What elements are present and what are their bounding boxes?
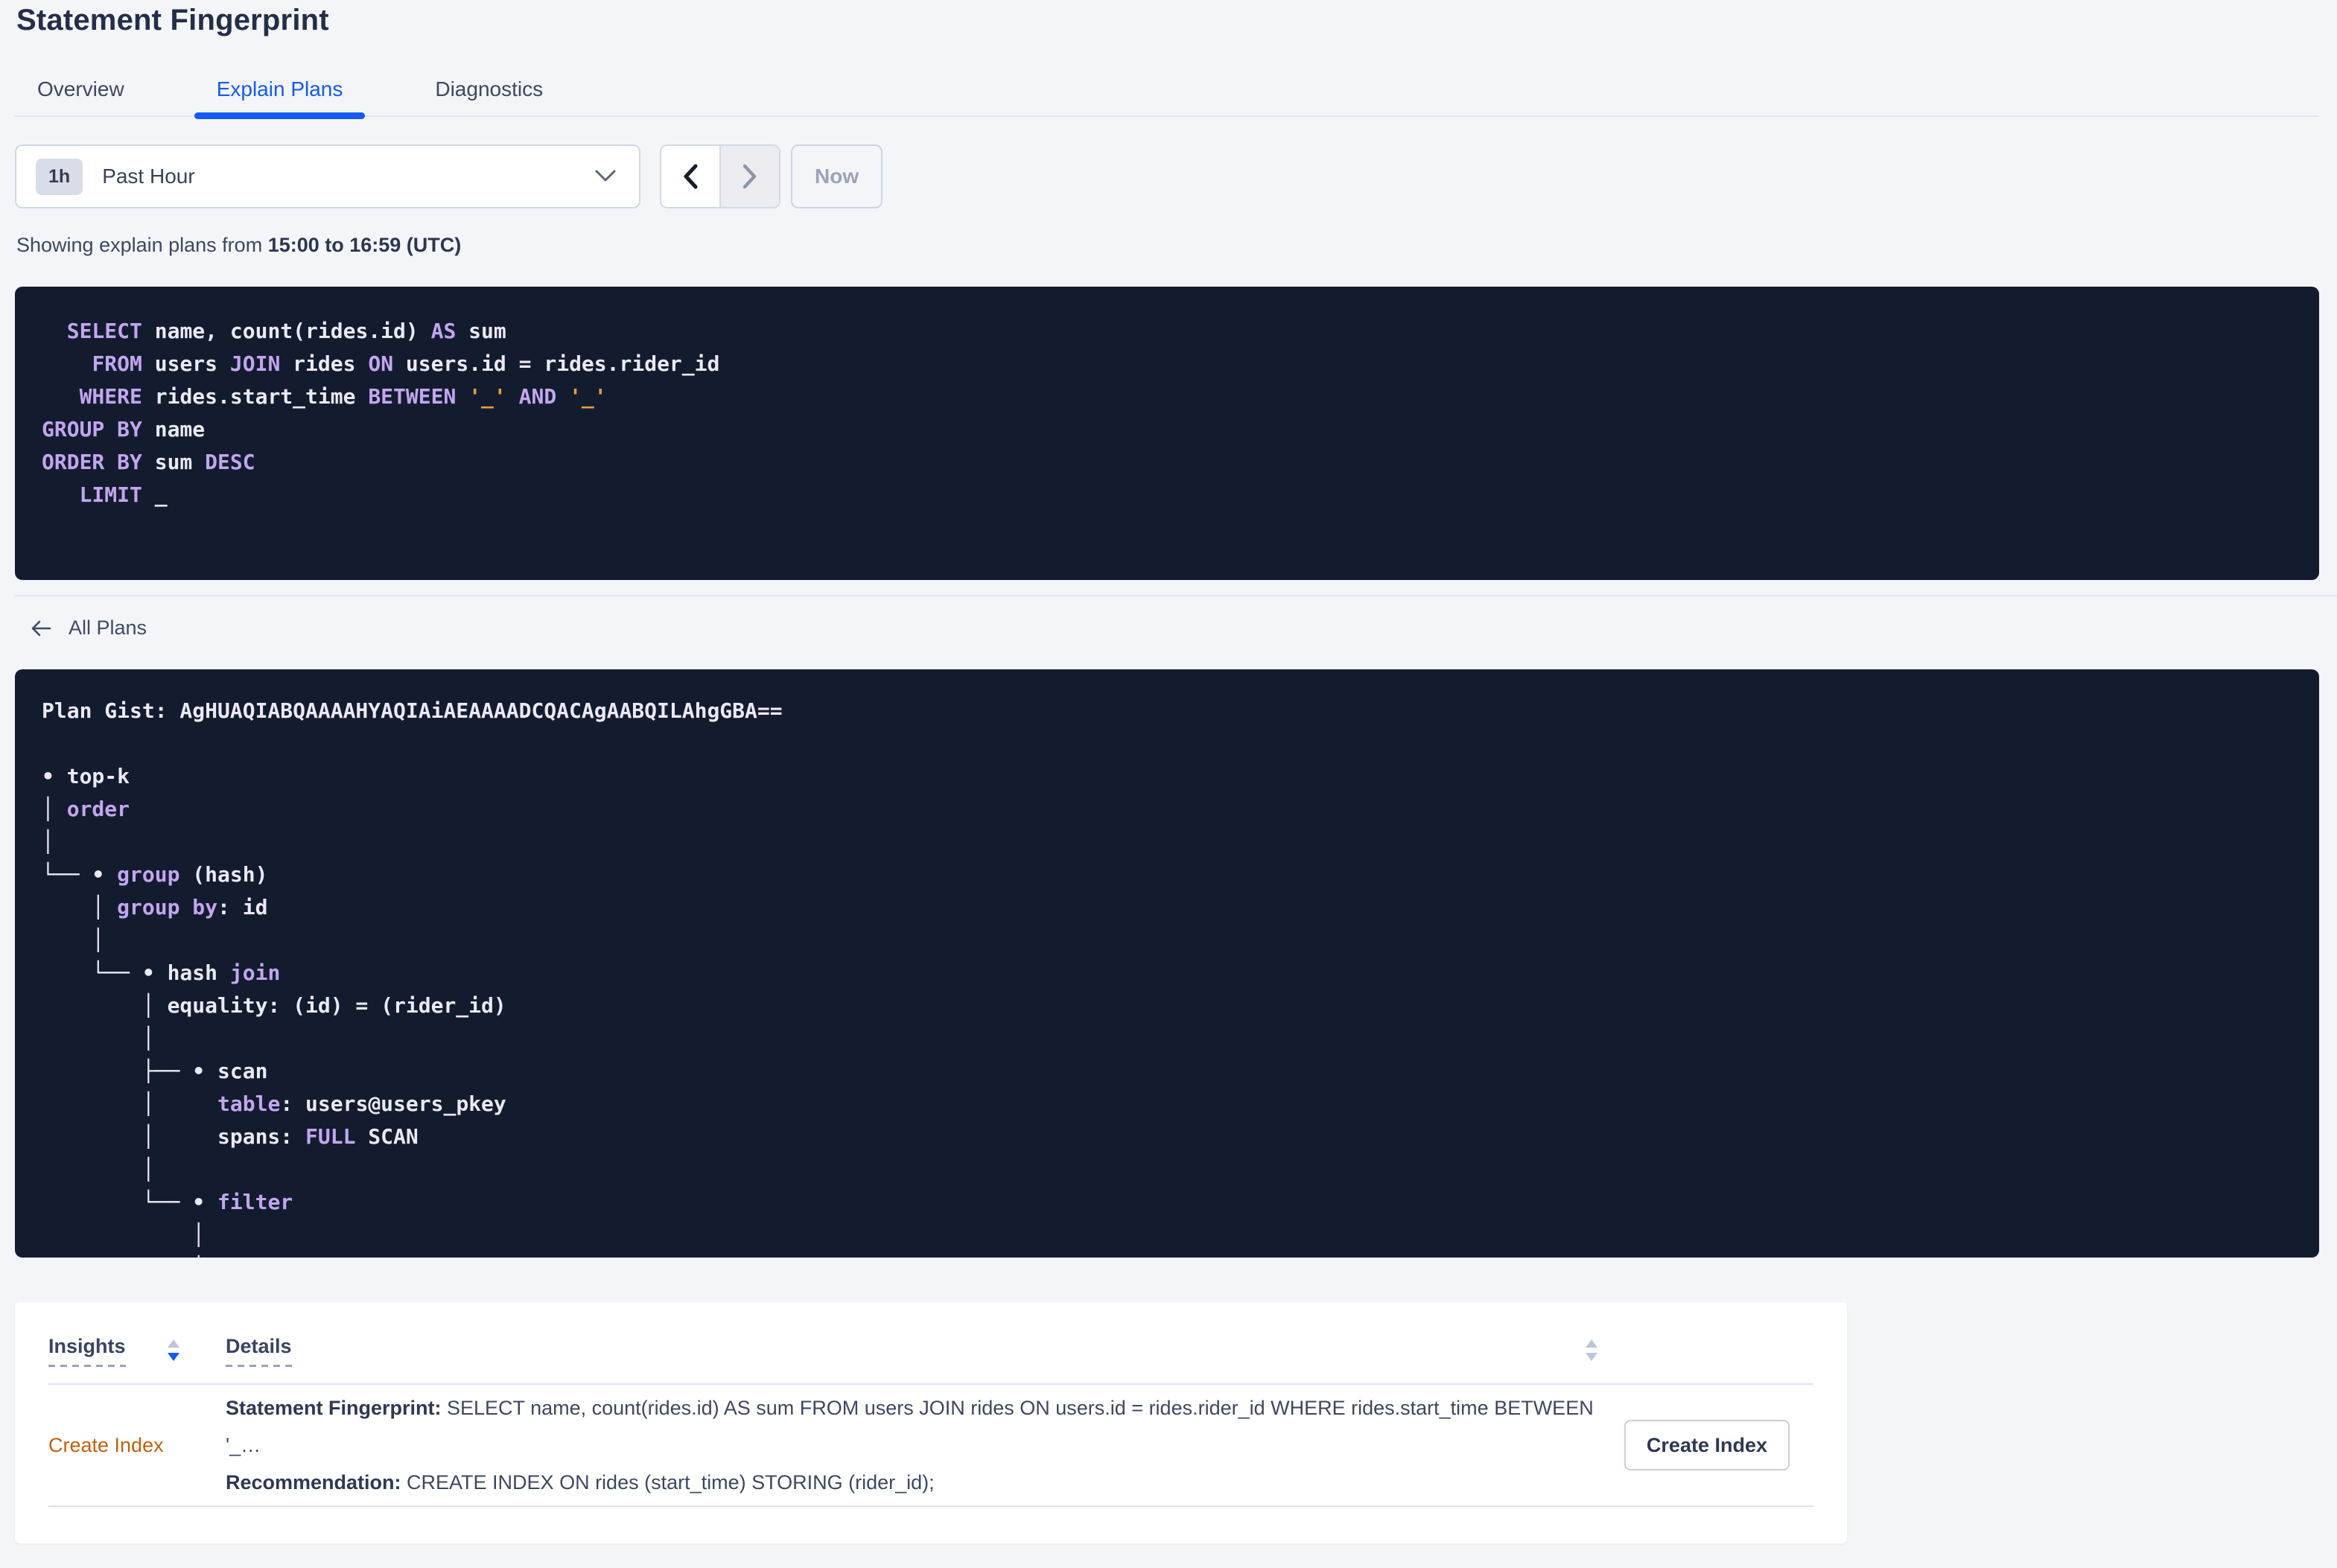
caret-down-icon: [167, 1353, 179, 1361]
sort-insights-icon[interactable]: [167, 1339, 179, 1361]
statement-fingerprint-page: Statement Fingerprint Overview Explain P…: [0, 0, 2337, 1568]
code-line: └── • hash join: [42, 960, 281, 985]
header-insights[interactable]: Insights: [48, 1335, 226, 1367]
prev-time-button[interactable]: [661, 146, 719, 207]
code-line: SELECT name, count(rides.id) AS sum: [66, 319, 506, 343]
action-cell: Create Index: [1597, 1420, 1813, 1470]
code-line: │: [42, 928, 105, 952]
code-line: Plan Gist: AgHUAQIABQAAAAHYAQIAiAEAAAADC…: [42, 698, 783, 723]
code-line: ├── • scan: [42, 1059, 268, 1083]
time-range-badge: 1h: [36, 158, 83, 195]
caret-down-icon: [1586, 1353, 1597, 1361]
tab-overview-label: Overview: [37, 77, 124, 101]
tab-diagnostics-label: Diagnostics: [435, 77, 544, 101]
code-line: WHERE rides.start_time BETWEEN '_' AND '…: [79, 384, 607, 409]
section-divider: [15, 595, 2337, 596]
table-row: Create Index Statement Fingerprint: SELE…: [48, 1385, 1813, 1505]
details-cell: Statement Fingerprint: SELECT name, coun…: [226, 1389, 1597, 1501]
code-line: │ order: [42, 797, 130, 821]
code-line: FROM users JOIN rides ON users.id = ride…: [92, 351, 720, 376]
all-plans-label: All Plans: [69, 616, 147, 639]
code-line: │: [42, 1223, 206, 1247]
header-details-label: Details: [226, 1335, 292, 1357]
insight-cell: Create Index: [48, 1434, 226, 1457]
chevron-right-icon: [740, 162, 760, 191]
insights-table: Insights Details Create Index Statement …: [15, 1302, 1847, 1543]
header-insights-dashes: [48, 1365, 126, 1367]
code-line: LIMIT _: [79, 482, 168, 507]
time-range-label: Past Hour: [102, 165, 195, 188]
tab-bar: Overview Explain Plans Diagnostics: [15, 63, 2319, 119]
header-insights-label-wrap: Insights: [48, 1335, 126, 1367]
fingerprint-line: Statement Fingerprint: SELECT name, coun…: [226, 1397, 1594, 1456]
now-button[interactable]: Now: [791, 144, 883, 208]
time-nav-group: [660, 144, 780, 208]
sql-code-block: SELECT name, count(rides.id) AS sum FROM…: [15, 287, 2319, 580]
code-line: • top-k: [42, 764, 130, 788]
showing-range-value: 15:00 to 16:59 (UTC): [267, 234, 462, 256]
code-line: │ group by: id: [42, 895, 268, 920]
code-line: │ spans: FULL SCAN: [42, 1124, 419, 1149]
time-controls: 1h Past Hour Now: [15, 144, 2319, 208]
header-details[interactable]: Details: [226, 1335, 1597, 1367]
code-line: └── • group (hash): [42, 862, 268, 887]
recommendation-line: Recommendation: CREATE INDEX ON rides (s…: [226, 1471, 935, 1494]
code-line: GROUP BY name: [42, 417, 206, 442]
next-time-button[interactable]: [719, 146, 779, 207]
plan-code-block: Plan Gist: AgHUAQIABQAAAAHYAQIAiAEAAAADC…: [15, 669, 2319, 1258]
page-title: Statement Fingerprint: [16, 4, 329, 36]
header-details-label-wrap: Details: [226, 1335, 292, 1367]
tab-explain-plans[interactable]: Explain Plans: [194, 63, 366, 119]
chevron-down-icon: [594, 169, 617, 184]
showing-range-text: Showing explain plans from 15:00 to 16:5…: [16, 234, 462, 256]
code-line: │ table: users@users_pkey: [42, 1091, 506, 1116]
caret-up-icon: [167, 1339, 179, 1348]
time-range-select[interactable]: 1h Past Hour: [15, 144, 640, 208]
code-line: ORDER BY sum DESC: [42, 450, 255, 474]
caret-up-icon: [1586, 1339, 1597, 1348]
tab-diagnostics[interactable]: Diagnostics: [413, 63, 565, 115]
header-details-dashes: [226, 1365, 292, 1367]
code-line: │: [42, 1157, 155, 1182]
table-row-divider: [48, 1505, 1813, 1507]
insights-table-header: Insights Details: [48, 1335, 1813, 1367]
sort-details-icon[interactable]: [1586, 1339, 1597, 1361]
header-insights-label: Insights: [48, 1335, 126, 1357]
arrow-left-icon: [30, 618, 52, 639]
code-line: └── • filter: [42, 1190, 293, 1214]
code-line: │ equality: (id) = (rider_id): [42, 993, 506, 1018]
chevron-left-icon: [681, 162, 700, 191]
all-plans-link[interactable]: All Plans: [30, 616, 147, 640]
code-line: │: [42, 1026, 155, 1051]
tab-explain-plans-label: Explain Plans: [216, 77, 343, 101]
code-line: │: [42, 1252, 2292, 1258]
create-index-button[interactable]: Create Index: [1624, 1420, 1790, 1470]
code-line: │: [42, 829, 54, 854]
create-index-link[interactable]: Create Index: [48, 1434, 164, 1456]
tab-overview[interactable]: Overview: [15, 63, 147, 115]
